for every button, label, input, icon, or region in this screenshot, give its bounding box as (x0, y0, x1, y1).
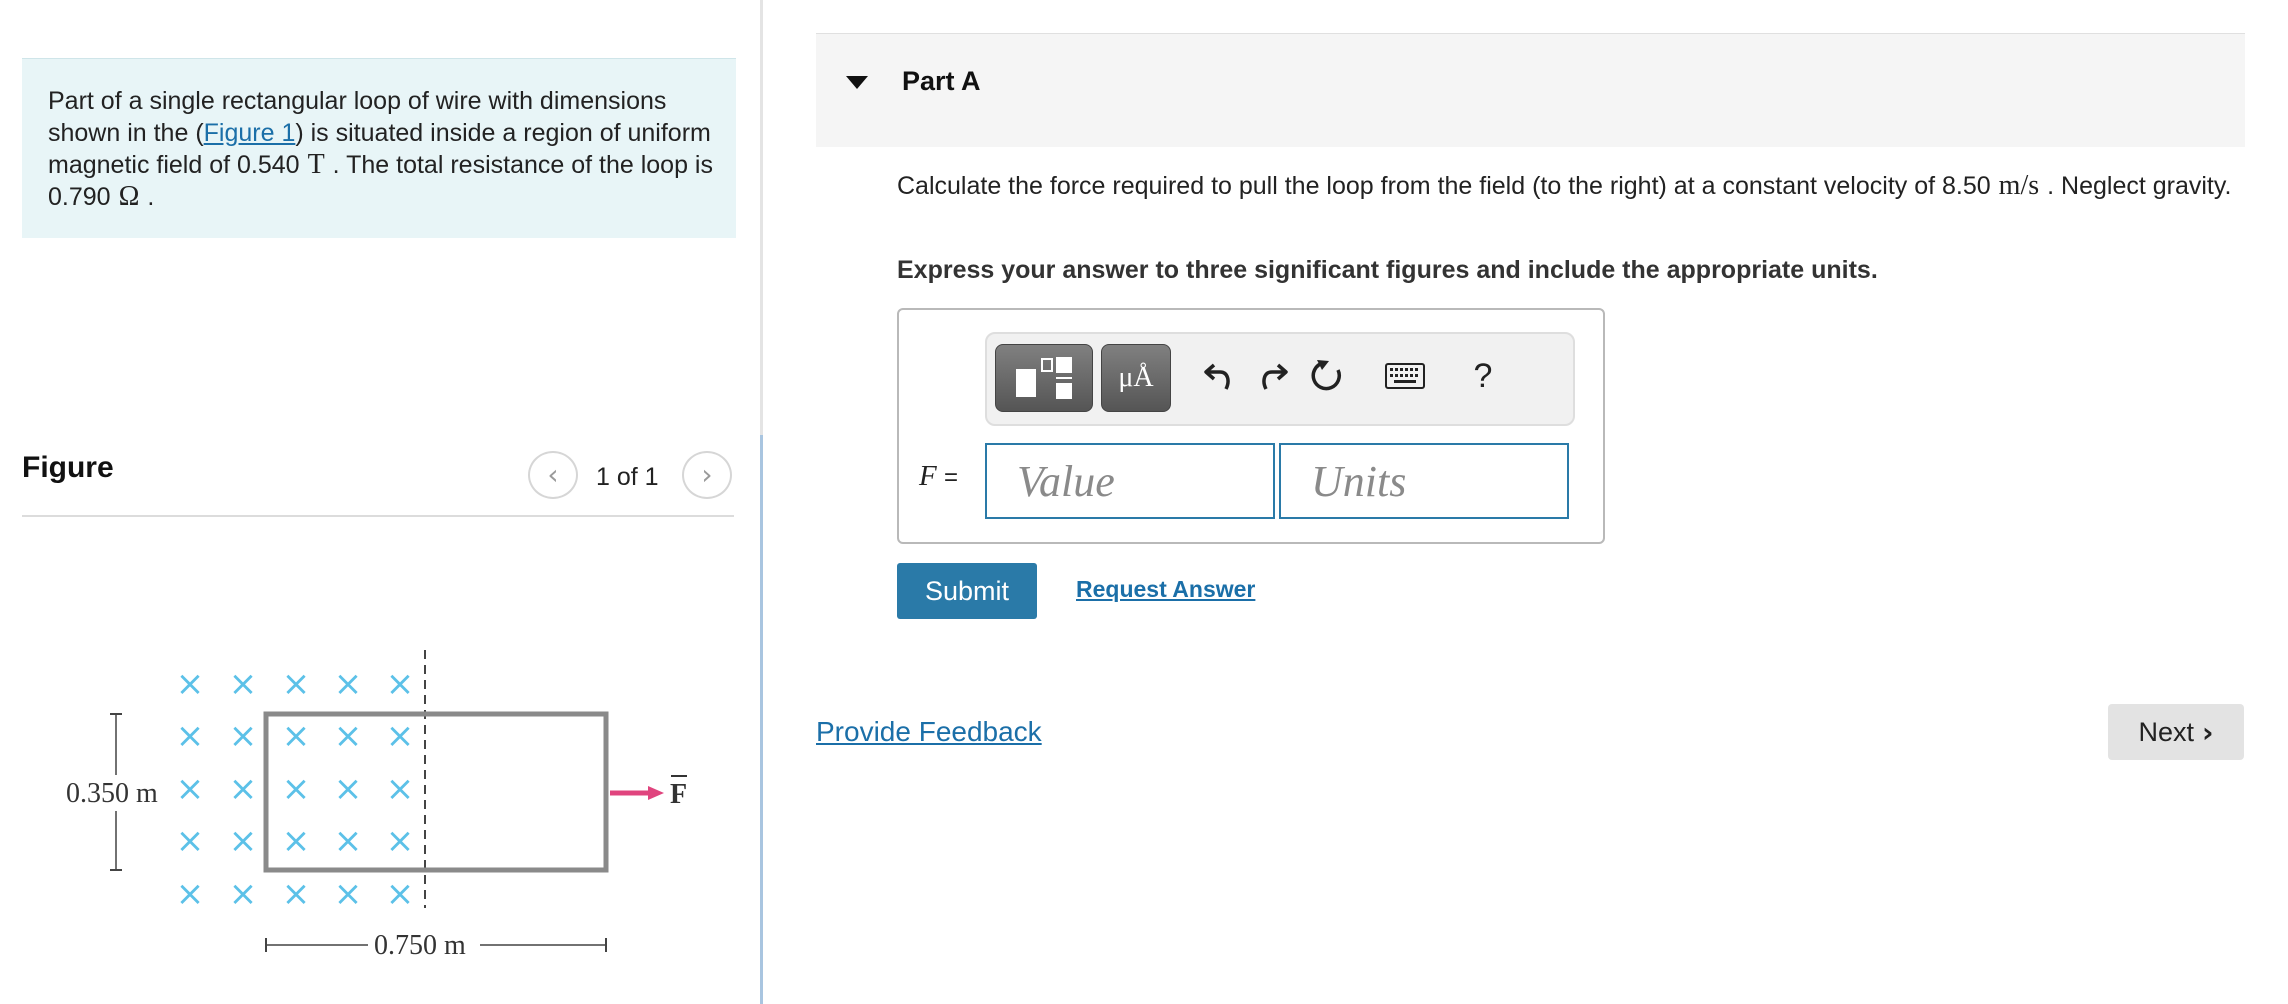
redo-button[interactable] (1249, 352, 1297, 400)
caret-down-icon[interactable] (846, 76, 868, 89)
resistance-unit: Ω (118, 181, 140, 212)
reset-icon (1311, 360, 1342, 391)
units-input[interactable] (1279, 443, 1569, 519)
chevron-right-icon: › (701, 458, 713, 491)
field-cross: × (282, 769, 311, 809)
left-pane: Part of a single rectangular loop of wir… (0, 0, 762, 1004)
answer-variable: F (919, 460, 937, 492)
pane-divider[interactable] (760, 0, 763, 1004)
field-cross: × (176, 664, 205, 704)
field-cross: × (229, 664, 258, 704)
answer-variable-label: F = (919, 460, 958, 493)
field-cross: × (386, 821, 415, 861)
units-icon: μÅ (1118, 362, 1154, 393)
part-title: Part A (902, 66, 981, 96)
force-arrow-head (648, 786, 664, 800)
answer-instruction: Express your answer to three significant… (897, 256, 1878, 284)
figure-counter: 1 of 1 (596, 463, 659, 491)
problem-statement-box: Part of a single rectangular loop of wir… (22, 58, 736, 238)
next-button[interactable]: Next › (2108, 704, 2244, 760)
answer-box: μÅ ? F = Value Units (897, 308, 1605, 544)
field-cross: × (176, 716, 205, 756)
velocity-unit: m/s (1998, 170, 2040, 201)
figure-header: Figure ‹ 1 of 1 › (22, 447, 734, 517)
field-cross: × (386, 716, 415, 756)
figure-link[interactable]: Figure 1 (204, 119, 296, 147)
width-label: 0.750 m (374, 930, 466, 961)
reset-button[interactable] (1303, 352, 1351, 400)
height-label: 0.350 m (66, 778, 158, 809)
redo-icon (1262, 363, 1288, 390)
units-button[interactable]: μÅ (1101, 344, 1171, 412)
provide-feedback-link[interactable]: Provide Feedback (816, 716, 1042, 748)
keyboard-icon (1385, 363, 1425, 389)
undo-icon (1204, 363, 1230, 390)
field-cross: × (386, 664, 415, 704)
submit-button[interactable]: Submit (897, 563, 1037, 619)
chevron-right-icon: › (2201, 715, 2214, 749)
field-cross: × (334, 821, 363, 861)
next-label: Next (2138, 716, 2194, 747)
figure-title: Figure (22, 451, 114, 484)
chevron-left-icon: ‹ (547, 458, 559, 491)
help-button[interactable]: ? (1459, 352, 1507, 400)
figure-prev-button[interactable]: ‹ (528, 451, 578, 499)
field-cross: × (282, 664, 311, 704)
field-cross: × (334, 664, 363, 704)
part-a-header[interactable]: Part A (816, 33, 2245, 147)
force-label: F (670, 779, 687, 810)
wire-loop (263, 711, 609, 873)
request-answer-link[interactable]: Request Answer (1076, 576, 1255, 603)
field-cross: × (176, 769, 205, 809)
equals-sign: = (943, 464, 958, 491)
value-input[interactable] (985, 443, 1275, 519)
question-text-part: Calculate the force required to pull the… (897, 172, 1991, 200)
math-toolbar: μÅ ? (985, 332, 1575, 426)
field-cross: × (282, 874, 311, 914)
field-cross: × (176, 821, 205, 861)
magnetic-field-crosses: × × × × × × × × × × × × × × × × × × × × × × × × × (176, 664, 415, 914)
undo-button[interactable] (1195, 352, 1243, 400)
loop-figure: × × × × × × × × × × × × × × × × × × × × × × × × × 0.350 m 0.750 … (60, 650, 687, 962)
problem-statement: Part of a single rectangular loop of wir… (48, 85, 718, 213)
field-cross: × (229, 716, 258, 756)
question-text-part: . Neglect gravity. (2047, 172, 2232, 200)
field-cross: × (386, 769, 415, 809)
field-cross: × (334, 769, 363, 809)
template-button[interactable] (995, 344, 1093, 412)
field-cross: × (334, 874, 363, 914)
field-cross: × (282, 716, 311, 756)
field-cross: × (229, 769, 258, 809)
field-cross: × (176, 874, 205, 914)
figure-next-button[interactable]: › (682, 451, 732, 499)
field-unit: T (307, 149, 325, 180)
help-icon: ? (1473, 356, 1493, 395)
template-icon (1016, 357, 1072, 399)
field-cross: × (386, 874, 415, 914)
field-cross: × (282, 821, 311, 861)
field-cross: × (229, 874, 258, 914)
problem-text-part: . (147, 183, 155, 211)
question-text: Calculate the force required to pull the… (897, 168, 2237, 204)
field-cross: × (229, 821, 258, 861)
keyboard-button[interactable] (1381, 352, 1429, 400)
field-cross: × (334, 716, 363, 756)
